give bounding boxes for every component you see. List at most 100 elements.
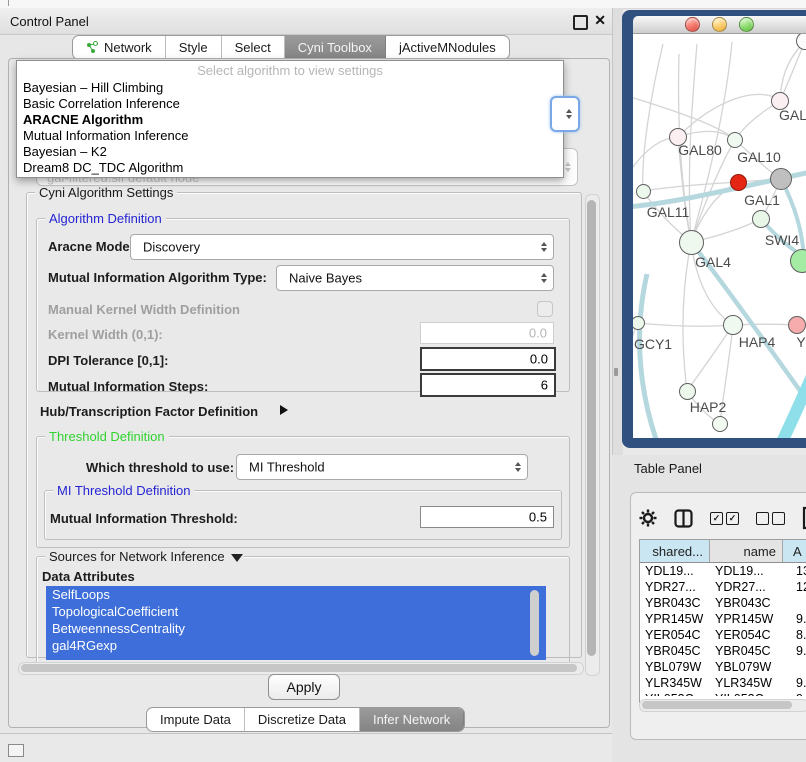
gear-icon[interactable] [639,509,657,527]
column-header-name[interactable]: name [710,540,783,562]
close-panel-button[interactable]: ✕ [594,12,606,29]
tab-cyni-toolbox-label: Cyni Toolbox [298,40,372,55]
close-window-icon[interactable] [685,17,700,32]
network-node-gal11[interactable] [636,184,651,199]
attribute-item-selfloops[interactable]: SelfLoops [46,586,546,603]
settings-vertical-scrollbar-thumb[interactable] [587,200,596,656]
table-row[interactable]: YIL052CYIL052C9 [640,691,806,696]
network-window-titlebar[interactable] [633,16,806,34]
table-row[interactable]: YBL079WYBL079W [640,659,806,675]
combo-stepper-icon [541,242,547,252]
network-canvas[interactable]: GALGAL80GAL10GAL1GAL11SWI4GAL4HAP4YGCY1H… [633,34,806,438]
settings-vertical-scrollbar[interactable] [585,194,600,676]
tab-style[interactable]: Style [166,36,222,59]
select-all-columns-icon[interactable]: ✓ ✓ [710,512,739,525]
manual-kernel-width-checkbox[interactable] [537,301,553,317]
attributes-list-scrollbar[interactable] [530,590,539,656]
tab-network[interactable]: Network [73,36,166,59]
dpi-tolerance-label: DPI Tolerance [0,1]: [48,353,168,368]
network-node-swi4[interactable] [752,210,770,228]
network-node-hap4[interactable] [723,315,743,335]
table-cell: YLR345W [640,675,710,691]
table-panel-title: Table Panel [634,461,702,476]
network-node-gal1[interactable] [730,174,747,191]
which-threshold-combo[interactable]: MI Threshold [236,454,528,480]
table-cell: YBL079W [640,659,710,675]
kernel-width-field[interactable]: 0.0 [420,322,554,344]
attribute-item-betweennesscentrality[interactable]: BetweennessCentrality [46,620,546,637]
node-label-y: Y [796,334,805,350]
control-panel-window: Control Panel ✕ Network Style Select [0,8,613,734]
mi-steps-label: Mutual Information Steps: [48,379,208,394]
table-row[interactable]: YBR045CYBR045C9. [640,643,806,659]
table-row[interactable]: YPR145WYPR145W9. [640,611,806,627]
column-header-clipped[interactable]: A [783,540,806,562]
table-cell [783,595,806,611]
network-node-hap2[interactable] [679,383,696,400]
tab-impute-data[interactable]: Impute Data [147,708,245,731]
deselect-all-columns-icon[interactable] [756,512,785,525]
table-row[interactable]: YDL19...YDL19...13 [640,563,806,579]
sources-collapse-arrow-icon[interactable] [231,554,243,562]
attribute-item-topologicalcoefficient[interactable]: TopologicalCoefficient [46,603,546,620]
table-panel: ✓ ✓ shared... name A YDL19...YDL19...13Y… [630,492,806,740]
dropdown-item-mutual-information[interactable]: Mutual Information Inference [17,128,563,144]
table-row[interactable]: YDR27...YDR27...12 [640,579,806,595]
split-panel-icon[interactable] [674,509,693,528]
mi-algorithm-type-combo[interactable]: Naive Bayes [276,265,554,291]
tab-select[interactable]: Select [222,36,285,59]
tab-select-label: Select [235,40,271,55]
dropdown-item-basic-correlation[interactable]: Basic Correlation Inference [17,96,563,112]
dropdown-item-bayesian-k2[interactable]: Bayesian – K2 [17,144,563,160]
node-label-swi4: SWI4 [765,232,799,248]
tab-discretize-data[interactable]: Discretize Data [245,708,360,731]
dpi-tolerance-value: 0.0 [530,352,548,367]
dropdown-item-bayesian-hill-climbing[interactable]: Bayesian – Hill Climbing [17,80,563,96]
combo-stepper-icon [566,109,572,119]
table-cell: 8. [783,627,806,643]
tab-jactivemnodules-label: jActiveMNodules [399,40,496,55]
table-horizontal-scrollbar-thumb[interactable] [642,701,792,709]
table-horizontal-scrollbar[interactable] [639,699,806,712]
data-attributes-label: Data Attributes [42,569,135,584]
network-node[interactable] [712,416,728,432]
table-cell: YDL19... [710,563,783,579]
column-header-shared-name[interactable]: shared... [640,540,710,562]
algorithm-combo-stepper-end[interactable] [550,96,580,132]
apply-button[interactable]: Apply [268,674,340,700]
table-cell: 9. [783,675,806,691]
attribute-item-gal4rgexp[interactable]: gal4RGexp [46,637,546,654]
tab-cyni-toolbox[interactable]: Cyni Toolbox [285,36,386,59]
aracne-mode-combo[interactable]: Discovery [130,234,554,260]
network-node-gal10[interactable] [727,132,743,148]
panel-divider-grip[interactable] [614,368,618,376]
settings-horizontal-scrollbar-thumb[interactable] [21,664,577,672]
dropdown-item-dream8[interactable]: Dream8 DC_TDC Algorithm [17,160,563,176]
export-table-icon[interactable] [802,506,806,530]
table-cell: YIL052C [710,691,783,696]
mi-threshold-field[interactable]: 0.5 [420,506,554,528]
which-threshold-value: MI Threshold [249,460,325,475]
table-row[interactable]: YER054CYER054C8. [640,627,806,643]
hub-expand-arrow-icon[interactable] [280,405,288,415]
mi-steps-field[interactable]: 6 [420,373,556,397]
network-node-gal4[interactable] [679,230,704,255]
tab-jactivemnodules[interactable]: jActiveMNodules [386,36,509,59]
network-node[interactable] [770,168,792,190]
bottom-tab-bar: Impute Data Discretize Data Infer Networ… [146,707,465,732]
float-panel-button[interactable] [573,15,588,30]
minimize-window-icon[interactable] [712,17,727,32]
table-header-row: shared... name A [640,540,806,563]
zoom-window-icon[interactable] [739,17,754,32]
table-row[interactable]: YLR345WYLR345W9. [640,675,806,691]
tab-infer-network[interactable]: Infer Network [360,708,464,731]
data-attributes-list[interactable]: SelfLoops TopologicalCoefficient Between… [46,586,546,660]
dpi-tolerance-field[interactable]: 0.0 [420,347,556,371]
table-row[interactable]: YBR043CYBR043C [640,595,806,611]
network-node-y[interactable] [788,316,806,334]
collapsed-panel-icon[interactable] [8,744,24,757]
tab-impute-data-label: Impute Data [160,712,231,727]
control-panel-titlebar: Control Panel ✕ [0,8,612,35]
node-label-hap2: HAP2 [690,399,727,415]
dropdown-item-aracne[interactable]: ARACNE Algorithm [17,112,563,128]
